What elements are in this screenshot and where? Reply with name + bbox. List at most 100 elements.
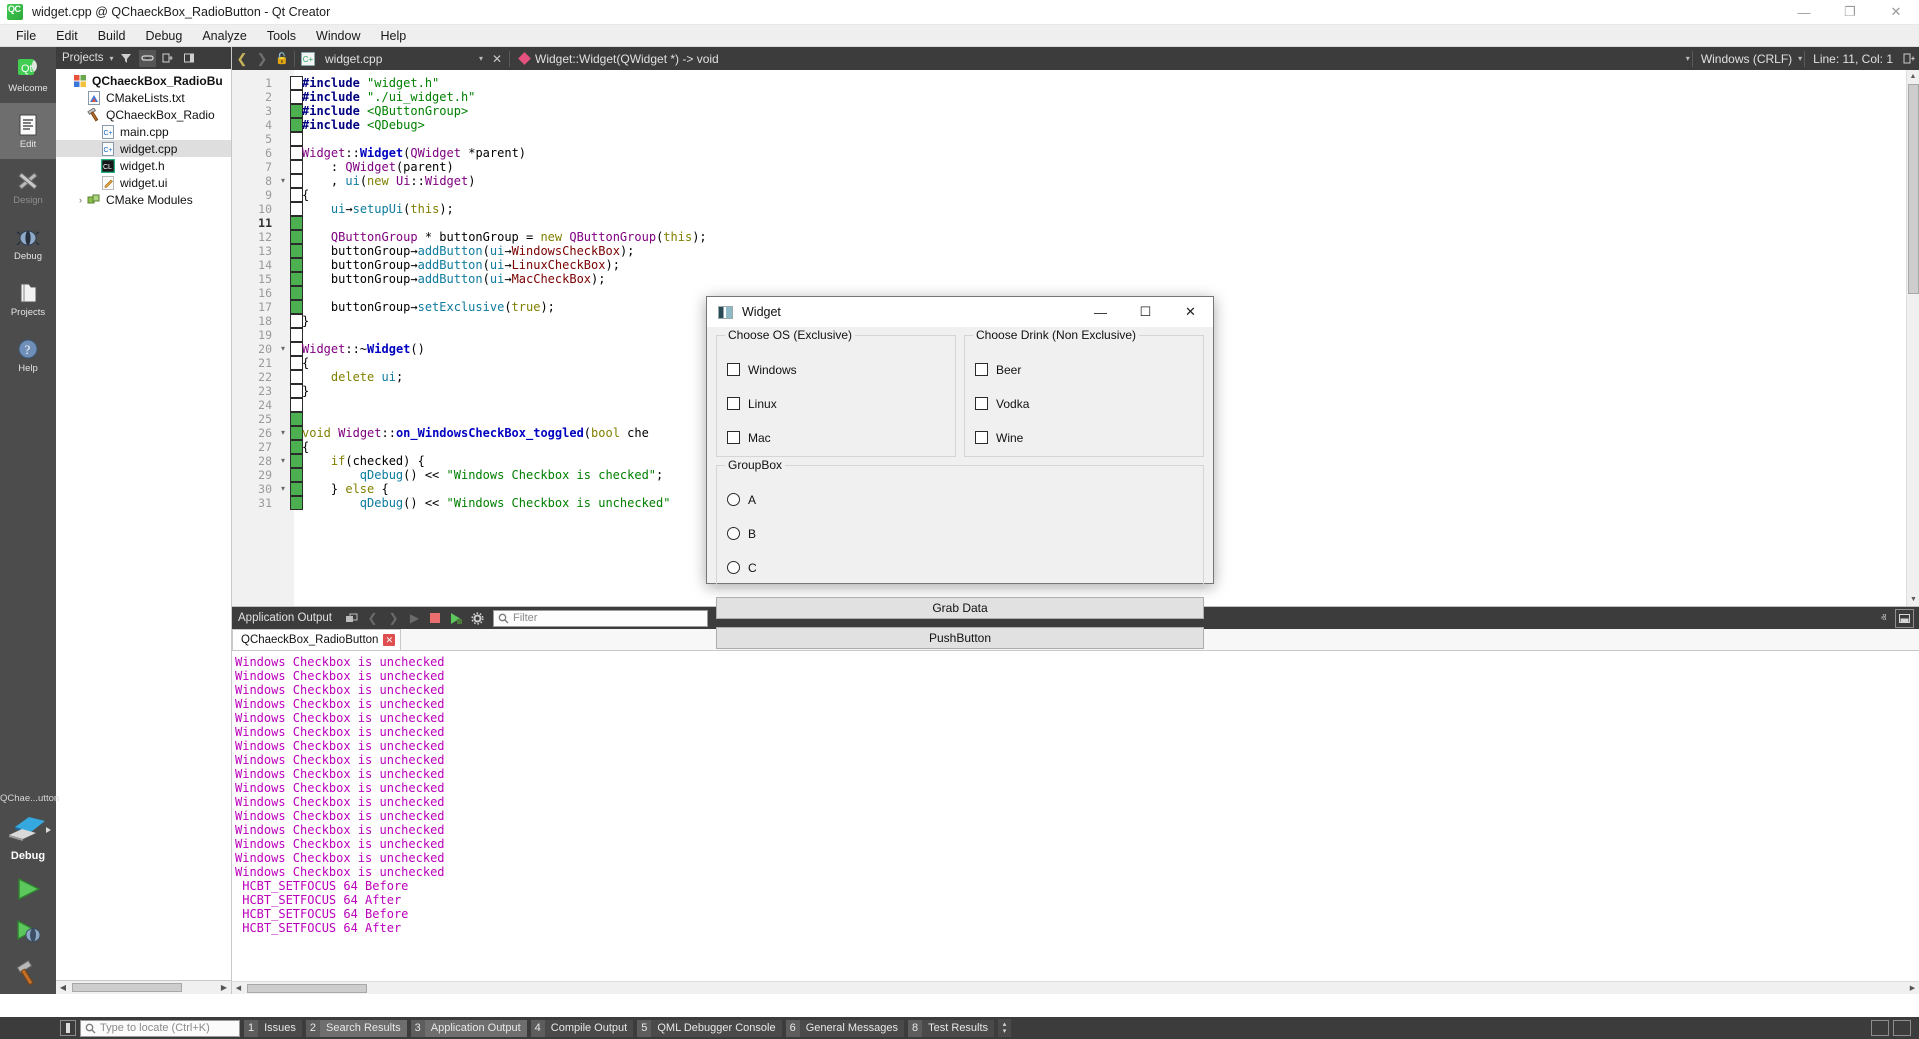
tree-item[interactable]: CMakeLists.txt xyxy=(56,89,231,106)
scroll-thumb[interactable] xyxy=(72,983,182,992)
filter-icon[interactable] xyxy=(118,50,135,67)
tree-item[interactable]: widget.ui xyxy=(56,174,231,191)
editor-vertical-scrollbar[interactable]: ▲ ▼ xyxy=(1906,70,1919,606)
radio-indicator-icon[interactable] xyxy=(727,561,740,574)
statusbar-pane-search-results[interactable]: 2 Search Results xyxy=(306,1019,407,1037)
code-line[interactable]: #include "./ui_widget.h" xyxy=(302,90,1919,104)
code-line[interactable] xyxy=(302,216,1919,230)
build-button[interactable] xyxy=(0,952,56,994)
pane-spinner[interactable]: ▴ ▾ xyxy=(998,1019,1011,1037)
statusbar-pane-qml-debugger-console[interactable]: 5 QML Debugger Console xyxy=(637,1019,781,1037)
line-ending-selector[interactable]: Windows (CRLF) xyxy=(1695,52,1798,66)
tree-item[interactable]: CL widget.h xyxy=(56,157,231,174)
radio-c[interactable]: C xyxy=(727,553,1193,582)
rerun-icon[interactable] xyxy=(447,609,466,628)
scroll-right-icon[interactable]: ▶ xyxy=(1906,984,1919,992)
mode-projects[interactable]: Projects xyxy=(0,271,56,327)
dialog-maximize-button[interactable]: ☐ xyxy=(1123,297,1168,327)
widget-dialog[interactable]: Widget — ☐ ✕ Choose OS (Exclusive) Window… xyxy=(706,296,1214,584)
menu-window[interactable]: Window xyxy=(306,27,370,45)
nav-forward-icon[interactable]: ❯ xyxy=(252,47,272,70)
tree-item[interactable]: C+ widget.cpp xyxy=(56,140,231,157)
close-file-button[interactable]: ✕ xyxy=(487,47,507,70)
tree-item[interactable]: ⱟ QChaeckBox_Radio xyxy=(56,106,231,123)
close-dock-icon[interactable] xyxy=(181,50,198,67)
code-line[interactable]: : QWidget(parent) xyxy=(302,160,1919,174)
menu-analyze[interactable]: Analyze xyxy=(192,27,256,45)
fold-toggle-icon[interactable]: ▾ xyxy=(276,174,290,188)
code-line[interactable]: buttonGroup→addButton(ui→LinuxCheckBox); xyxy=(302,258,1919,272)
code-line[interactable]: Widget::Widget(QWidget *parent) xyxy=(302,146,1919,160)
locate-input[interactable]: Type to locate (Ctrl+K) xyxy=(80,1020,240,1037)
tree-item[interactable]: ⱟ QChaeckBox_RadioBu xyxy=(56,72,231,89)
chevron-down-icon[interactable]: ▾ xyxy=(110,54,114,63)
mode-help[interactable]: ? Help xyxy=(0,327,56,383)
scroll-thumb[interactable] xyxy=(247,984,367,993)
expand-arrow-icon[interactable]: ⱟ xyxy=(60,76,73,86)
tree-item[interactable]: › CMake Modules xyxy=(56,191,231,208)
project-tree[interactable]: ⱟ QChaeckBox_RadioBu CMakeLists.txt ⱟ QChaec… xyxy=(56,69,231,980)
spinner-up-icon[interactable]: ▴ xyxy=(1003,1021,1007,1028)
checkbox-beer[interactable]: Beer xyxy=(975,355,1193,384)
checkbox-mac[interactable]: Mac xyxy=(727,423,945,452)
maximize-pane-icon[interactable] xyxy=(1895,609,1914,628)
checkbox-wine[interactable]: Wine xyxy=(975,423,1193,452)
radio-b[interactable]: B xyxy=(727,519,1193,548)
pushbutton-button[interactable]: PushButton xyxy=(716,627,1204,649)
menu-file[interactable]: File xyxy=(6,27,46,45)
window-maximize-button[interactable]: ❐ xyxy=(1827,0,1873,25)
radio-indicator-icon[interactable] xyxy=(727,527,740,540)
statusbar-pane-issues[interactable]: 1 Issues xyxy=(244,1019,302,1037)
menu-tools[interactable]: Tools xyxy=(257,27,306,45)
checkbox-indicator-icon[interactable] xyxy=(727,397,740,410)
split-icon[interactable] xyxy=(160,50,177,67)
next-item-icon[interactable]: ❯ xyxy=(384,609,403,628)
checkbox-windows[interactable]: Windows xyxy=(727,355,945,384)
spinner-down-icon[interactable]: ▾ xyxy=(1003,1028,1007,1035)
stop-icon[interactable] xyxy=(426,609,445,628)
checkbox-linux[interactable]: Linux xyxy=(727,389,945,418)
code-line[interactable]: ui→setupUi(this); xyxy=(302,202,1919,216)
unlocked-icon[interactable]: 🔓 xyxy=(272,47,292,70)
menu-debug[interactable]: Debug xyxy=(136,27,193,45)
chevron-down-icon[interactable]: ▾ xyxy=(479,54,483,63)
checkbox-vodka[interactable]: Vodka xyxy=(975,389,1193,418)
dialog-minimize-button[interactable]: — xyxy=(1078,297,1123,327)
link-with-editor-icon[interactable] xyxy=(139,50,156,67)
code-line[interactable]: QButtonGroup * buttonGroup = new QButton… xyxy=(302,230,1919,244)
code-line[interactable]: buttonGroup→addButton(ui→WindowsCheckBox… xyxy=(302,244,1919,258)
code-line[interactable]: #include <QDebug> xyxy=(302,118,1919,132)
minimize-pane-icon[interactable]: ⱏ xyxy=(1874,609,1893,628)
split-editor-icon[interactable] xyxy=(1899,47,1919,70)
chevron-down-icon[interactable]: ▾ xyxy=(1686,54,1690,63)
statusbar-pane-compile-output[interactable]: 4 Compile Output xyxy=(531,1019,634,1037)
radio-a[interactable]: A xyxy=(727,485,1193,514)
output-horizontal-scrollbar[interactable]: ◀ ▶ xyxy=(232,981,1919,994)
run-button[interactable] xyxy=(0,868,56,910)
grab-data-button[interactable]: Grab Data xyxy=(716,597,1204,619)
cursor-position[interactable]: Line: 11, Col: 1 xyxy=(1807,52,1899,66)
scroll-up-icon[interactable]: ▲ xyxy=(1907,70,1919,83)
mode-edit[interactable]: Edit xyxy=(0,103,56,159)
code-line[interactable]: buttonGroup→addButton(ui→MacCheckBox); xyxy=(302,272,1919,286)
scroll-thumb[interactable] xyxy=(1908,84,1919,294)
open-documents-combo[interactable]: C+ widget.cpp ▾ xyxy=(297,47,487,70)
settings-gear-icon[interactable] xyxy=(468,609,487,628)
code-line[interactable]: { xyxy=(302,188,1919,202)
checkbox-indicator-icon[interactable] xyxy=(975,431,988,444)
projects-horizontal-scrollbar[interactable]: ◀ ▶ xyxy=(56,980,231,994)
start-debugging-button[interactable] xyxy=(0,910,56,952)
statusbar-pane-application-output[interactable]: 3 Application Output xyxy=(411,1019,527,1037)
scroll-down-icon[interactable]: ▼ xyxy=(1907,593,1919,606)
expand-arrow-icon[interactable]: ⱟ xyxy=(74,110,87,120)
mode-debug[interactable]: Debug xyxy=(0,215,56,271)
scroll-left-icon[interactable]: ◀ xyxy=(232,984,245,992)
checkbox-indicator-icon[interactable] xyxy=(975,363,988,376)
scroll-right-icon[interactable]: ▶ xyxy=(217,983,231,992)
open-in-new-window-icon[interactable] xyxy=(342,609,361,628)
checkbox-indicator-icon[interactable] xyxy=(727,363,740,376)
code-line[interactable]: , ui(new Ui::Widget) xyxy=(302,174,1919,188)
window-close-button[interactable]: ✕ xyxy=(1873,0,1919,25)
toggle-sidebar-icon[interactable] xyxy=(60,1020,76,1036)
close-icon[interactable]: ✕ xyxy=(383,634,395,646)
